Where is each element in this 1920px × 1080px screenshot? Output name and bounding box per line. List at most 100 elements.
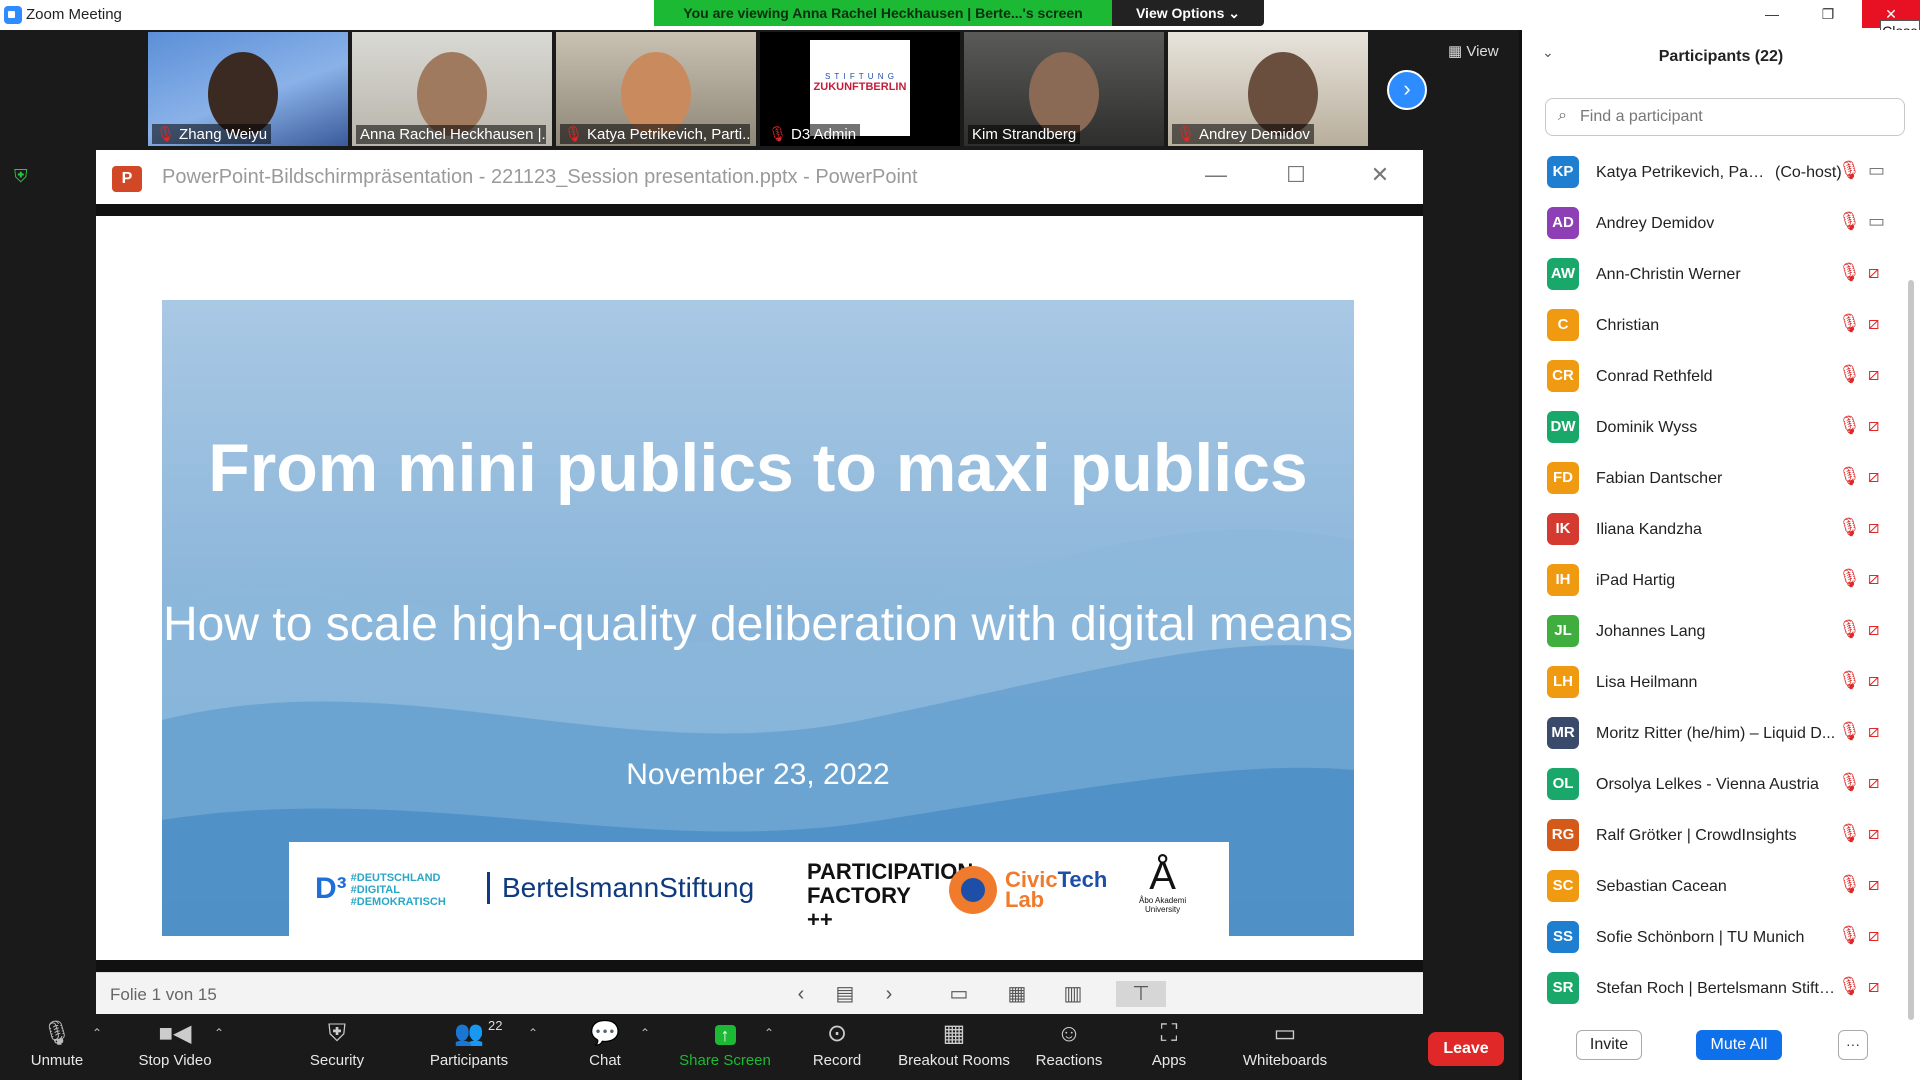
mic-muted-icon[interactable]: 🎙 (1838, 517, 1861, 538)
slideshow-view-icon[interactable]: ⊤ (1116, 981, 1166, 1007)
encryption-shield-icon[interactable]: ⛨ (14, 166, 32, 186)
leave-button[interactable]: Leave (1428, 1032, 1504, 1066)
mic-muted-icon[interactable]: 🎙 (1838, 976, 1861, 997)
participant-row[interactable]: AD Andrey Demidov 🎙 ▭ (1522, 203, 1908, 254)
video-off-icon[interactable]: ⧄ (1868, 313, 1879, 334)
video-camera-icon[interactable]: ▭ (1868, 211, 1885, 232)
mic-muted-icon[interactable]: 🎙 (1838, 772, 1861, 793)
mic-muted-icon[interactable]: 🎙 (1838, 823, 1861, 844)
mic-muted-icon[interactable]: 🎙 (1838, 670, 1861, 691)
more-options-icon[interactable]: ··· (1838, 1030, 1868, 1060)
video-off-icon[interactable]: ⧄ (1868, 823, 1879, 844)
video-tile[interactable]: 🎙 Katya Petrikevich, Parti... (556, 32, 756, 146)
participant-row[interactable]: FD Fabian Dantscher 🎙 ⧄ (1522, 458, 1908, 509)
breakout-rooms-button[interactable]: ▦ Breakout Rooms (892, 1016, 1016, 1080)
video-off-icon[interactable]: ⧄ (1868, 262, 1879, 283)
mic-muted-icon[interactable]: 🎙 (1838, 925, 1861, 946)
video-off-icon[interactable]: ⧄ (1868, 568, 1879, 589)
participants-caret-icon[interactable]: ⌃ (528, 1026, 538, 1040)
video-off-icon[interactable]: ⧄ (1868, 415, 1879, 436)
next-slide-icon[interactable]: › (874, 981, 904, 1007)
mic-muted-icon[interactable]: 🎙 (1838, 415, 1861, 436)
mute-all-button[interactable]: Mute All (1696, 1030, 1782, 1060)
ppt-minimize-icon[interactable]: — (1196, 162, 1236, 188)
mic-muted-icon[interactable]: 🎙 (1838, 568, 1861, 589)
mic-muted-icon[interactable]: 🎙 (1838, 874, 1861, 895)
participant-row[interactable]: SS Sofie Schönborn | TU Munich 🎙 ⧄ (1522, 917, 1908, 968)
video-off-icon[interactable]: ⧄ (1868, 466, 1879, 487)
participant-row[interactable]: IH iPad Hartig 🎙 ⧄ (1522, 560, 1908, 611)
participants-button[interactable]: 👥 22 Participants (424, 1016, 514, 1080)
video-tile[interactable]: 🎙 Zhang Weiyu (148, 32, 348, 146)
mic-muted-icon[interactable]: 🎙 (1838, 160, 1861, 181)
share-screen-button[interactable]: ↑ Share Screen (672, 1016, 778, 1080)
share-caret-icon[interactable]: ⌃ (764, 1026, 774, 1040)
ppt-maximize-icon[interactable]: ☐ (1276, 162, 1316, 188)
slide-area: From mini publics to maxi publics How to… (96, 216, 1423, 960)
participant-row[interactable]: DW Dominik Wyss 🎙 ⧄ (1522, 407, 1908, 458)
tile-name-label: Kim Strandberg (968, 125, 1081, 144)
video-off-icon[interactable]: ⧄ (1868, 364, 1879, 385)
participant-row[interactable]: SC Sebastian Cacean 🎙 ⧄ (1522, 866, 1908, 917)
mic-muted-icon[interactable]: 🎙 (1838, 211, 1861, 232)
minimize-icon[interactable]: — (1748, 0, 1796, 28)
apps-button[interactable]: ⛶ Apps (1144, 1016, 1194, 1080)
participant-row[interactable]: AW Ann-Christin Werner 🎙 ⧄ (1522, 254, 1908, 305)
normal-view-icon[interactable]: ▭ (944, 981, 974, 1007)
participant-row[interactable]: MR Moritz Ritter (he/him) – Liquid D... 🎙 ⧄ (1522, 713, 1908, 764)
whiteboards-button[interactable]: ▭ Whiteboards (1232, 1016, 1338, 1080)
video-tile[interactable]: 🎙 Andrey Demidov (1168, 32, 1368, 146)
participant-row[interactable]: JL Johannes Lang 🎙 ⧄ (1522, 611, 1908, 662)
record-button[interactable]: ⊙ Record (806, 1016, 868, 1080)
next-page-arrow-icon[interactable]: › (1387, 70, 1427, 110)
slide-menu-icon[interactable]: ▤ (830, 981, 860, 1007)
participant-search-box[interactable]: ⌕ (1545, 98, 1905, 136)
video-camera-icon[interactable]: ▭ (1868, 160, 1885, 181)
mic-muted-icon[interactable]: 🎙 (1838, 262, 1861, 283)
reactions-button[interactable]: ☺ Reactions (1030, 1016, 1108, 1080)
participant-row[interactable]: CR Conrad Rethfeld 🎙 ⧄ (1522, 356, 1908, 407)
video-off-icon[interactable]: ⧄ (1868, 619, 1879, 640)
restore-icon[interactable]: ❐ (1804, 0, 1852, 28)
participant-search-input[interactable] (1580, 105, 1890, 129)
slide-sorter-icon[interactable]: ▦ (1002, 981, 1032, 1007)
participant-row[interactable]: KP Katya Petrikevich, Parti... (Co-host) 🎙 ▭ (1522, 152, 1908, 203)
audio-options-caret-icon[interactable]: ⌃ (92, 1026, 102, 1040)
participant-row[interactable]: C Christian 🎙 ⧄ (1522, 305, 1908, 356)
participant-row[interactable]: RG Ralf Grötker | CrowdInsights 🎙 ⧄ (1522, 815, 1908, 866)
participant-row[interactable]: OL Orsolya Lelkes - Vienna Austria 🎙 ⧄ (1522, 764, 1908, 815)
mic-muted-icon[interactable]: 🎙 (1838, 466, 1861, 487)
video-off-icon[interactable]: ⧄ (1868, 721, 1879, 742)
video-off-icon[interactable]: ⧄ (1868, 670, 1879, 691)
video-off-icon[interactable]: ⧄ (1868, 874, 1879, 895)
video-off-icon[interactable]: ⧄ (1868, 517, 1879, 538)
unmute-button[interactable]: 🎙 Unmute (24, 1016, 90, 1080)
video-options-caret-icon[interactable]: ⌃ (214, 1026, 224, 1040)
video-off-icon[interactable]: ⧄ (1868, 925, 1879, 946)
mic-muted-icon[interactable]: 🎙 (1838, 313, 1861, 334)
mic-muted-icon[interactable]: 🎙 (1838, 364, 1861, 385)
view-options-button[interactable]: View Options ⌄ (1112, 0, 1264, 26)
participant-row[interactable]: SR Stefan Roch | Bertelsmann Stiftung 🎙 ⧄ (1522, 968, 1908, 1019)
tile-name: Andrey Demidov (1199, 126, 1310, 143)
participant-list-scrollbar[interactable] (1908, 280, 1914, 1020)
mic-muted-icon[interactable]: 🎙 (1838, 721, 1861, 742)
video-off-icon[interactable]: ⧄ (1868, 772, 1879, 793)
security-button[interactable]: ⛨ Security (300, 1016, 374, 1080)
video-tile-active-speaker[interactable]: Anna Rachel Heckhausen |... (352, 32, 552, 146)
mic-muted-icon: 🎙 (1176, 126, 1196, 143)
chat-button[interactable]: 💬 Chat (580, 1016, 630, 1080)
participant-row[interactable]: IK Iliana Kandzha 🎙 ⧄ (1522, 509, 1908, 560)
reading-view-icon[interactable]: ▥ (1058, 981, 1088, 1007)
invite-button[interactable]: Invite (1576, 1030, 1642, 1060)
video-off-icon[interactable]: ⧄ (1868, 976, 1879, 997)
view-button[interactable]: ▦ View (1448, 42, 1499, 60)
participant-row[interactable]: LH Lisa Heilmann 🎙 ⧄ (1522, 662, 1908, 713)
stop-video-button[interactable]: ■◀ Stop Video (130, 1016, 220, 1080)
video-tile[interactable]: Kim Strandberg (964, 32, 1164, 146)
previous-slide-icon[interactable]: ‹ (786, 981, 816, 1007)
chat-caret-icon[interactable]: ⌃ (640, 1026, 650, 1040)
ppt-close-icon[interactable]: ✕ (1360, 162, 1400, 188)
video-tile[interactable]: S T I F T U N G ZUKUNFTBERLIN 🎙 D3 Admin (760, 32, 960, 146)
mic-muted-icon[interactable]: 🎙 (1838, 619, 1861, 640)
